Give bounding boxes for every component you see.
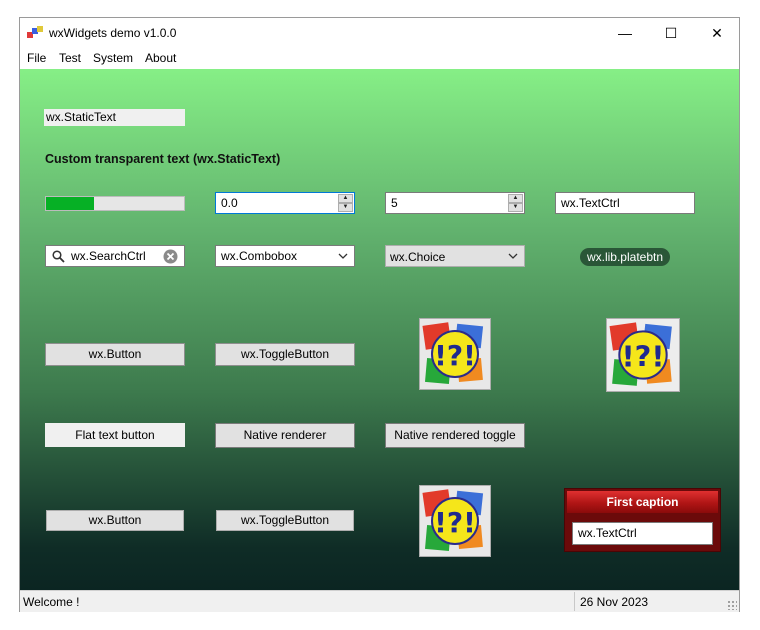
- menu-test[interactable]: Test: [59, 51, 81, 65]
- chevron-down-icon[interactable]: [507, 250, 519, 262]
- menu-file[interactable]: File: [27, 51, 46, 65]
- status-left: Welcome !: [23, 595, 80, 609]
- gauge-fill: [46, 197, 95, 210]
- text-ctrl[interactable]: wx.TextCtrl: [555, 192, 695, 214]
- resize-grip-icon[interactable]: [727, 600, 737, 610]
- static-text: wx.StaticText: [44, 109, 185, 126]
- bitmap-text: !?!: [622, 339, 665, 373]
- app-icon: [27, 26, 43, 38]
- combobox-value: wx.Combobox: [221, 249, 298, 263]
- search-ctrl[interactable]: wx.SearchCtrl: [45, 245, 185, 267]
- menu-bar: File Test System About: [20, 48, 739, 68]
- menu-about[interactable]: About: [145, 51, 176, 65]
- native-rendered-toggle[interactable]: Native rendered toggle: [385, 423, 525, 448]
- window-title: wxWidgets demo v1.0.0: [49, 26, 177, 40]
- combobox[interactable]: wx.Combobox: [215, 245, 355, 267]
- spin-value: 0.0: [221, 196, 238, 210]
- wx-button-2[interactable]: wx.Button: [46, 510, 184, 531]
- plate-button[interactable]: wx.lib.platebtn: [580, 248, 670, 266]
- spin-ctrl-double[interactable]: 0.0 ▲ ▼: [215, 192, 355, 214]
- caption-bar[interactable]: First caption: [567, 491, 718, 513]
- spin-up-icon[interactable]: ▲: [338, 194, 353, 203]
- close-icon: ✕: [711, 24, 723, 41]
- minimize-button[interactable]: —: [602, 18, 648, 48]
- menu-system[interactable]: System: [93, 51, 133, 65]
- transparent-text: Custom transparent text (wx.StaticText): [45, 152, 281, 166]
- status-separator: [574, 592, 575, 611]
- spin-down-icon[interactable]: ▼: [338, 203, 353, 212]
- close-button[interactable]: ✕: [694, 18, 740, 48]
- minimize-icon: —: [618, 25, 632, 41]
- bitmap-button-2[interactable]: !?!: [419, 485, 491, 557]
- bitmap-text: !?!: [434, 506, 476, 539]
- search-icon[interactable]: [52, 250, 65, 263]
- text-ctrl-value: wx.TextCtrl: [561, 196, 620, 210]
- bitmap-button[interactable]: !?!: [419, 318, 491, 390]
- native-renderer-button[interactable]: Native renderer: [215, 423, 355, 448]
- spin-ctrl[interactable]: 5 ▲ ▼: [385, 192, 525, 214]
- flat-text-button[interactable]: Flat text button: [45, 423, 185, 447]
- question-exclaim-icon: !?!: [609, 322, 672, 386]
- status-date: 26 Nov 2023: [580, 595, 649, 609]
- bitmap-text: !?!: [434, 339, 476, 372]
- caption-panel: First caption wx.TextCtrl: [564, 488, 721, 552]
- spin-value: 5: [391, 196, 398, 210]
- progress-gauge: [45, 196, 185, 211]
- spin-down-icon[interactable]: ▼: [508, 203, 523, 212]
- bitmap-toggle-button[interactable]: !?!: [606, 318, 680, 392]
- question-exclaim-icon: !?!: [422, 489, 484, 552]
- toggle-button[interactable]: wx.ToggleButton: [215, 343, 355, 366]
- search-value: wx.SearchCtrl: [71, 249, 146, 263]
- maximize-button[interactable]: ☐: [648, 18, 694, 48]
- status-bar: Welcome ! 26 Nov 2023: [20, 590, 739, 612]
- caption-text-ctrl[interactable]: wx.TextCtrl: [572, 522, 713, 545]
- maximize-icon: ☐: [664, 24, 678, 41]
- toggle-button-2[interactable]: wx.ToggleButton: [216, 510, 354, 531]
- clear-icon[interactable]: [163, 249, 178, 264]
- spin-arrows[interactable]: ▲ ▼: [508, 194, 523, 212]
- choice-value: wx.Choice: [390, 250, 446, 264]
- caption-text-ctrl-value: wx.TextCtrl: [578, 526, 637, 540]
- question-exclaim-icon: !?!: [422, 322, 484, 385]
- title-bar[interactable]: wxWidgets demo v1.0.0 — ☐ ✕: [20, 18, 739, 48]
- spin-up-icon[interactable]: ▲: [508, 194, 523, 203]
- chevron-down-icon[interactable]: [337, 250, 349, 262]
- wx-button[interactable]: wx.Button: [45, 343, 185, 366]
- choice[interactable]: wx.Choice: [385, 245, 525, 267]
- spin-arrows[interactable]: ▲ ▼: [338, 194, 353, 212]
